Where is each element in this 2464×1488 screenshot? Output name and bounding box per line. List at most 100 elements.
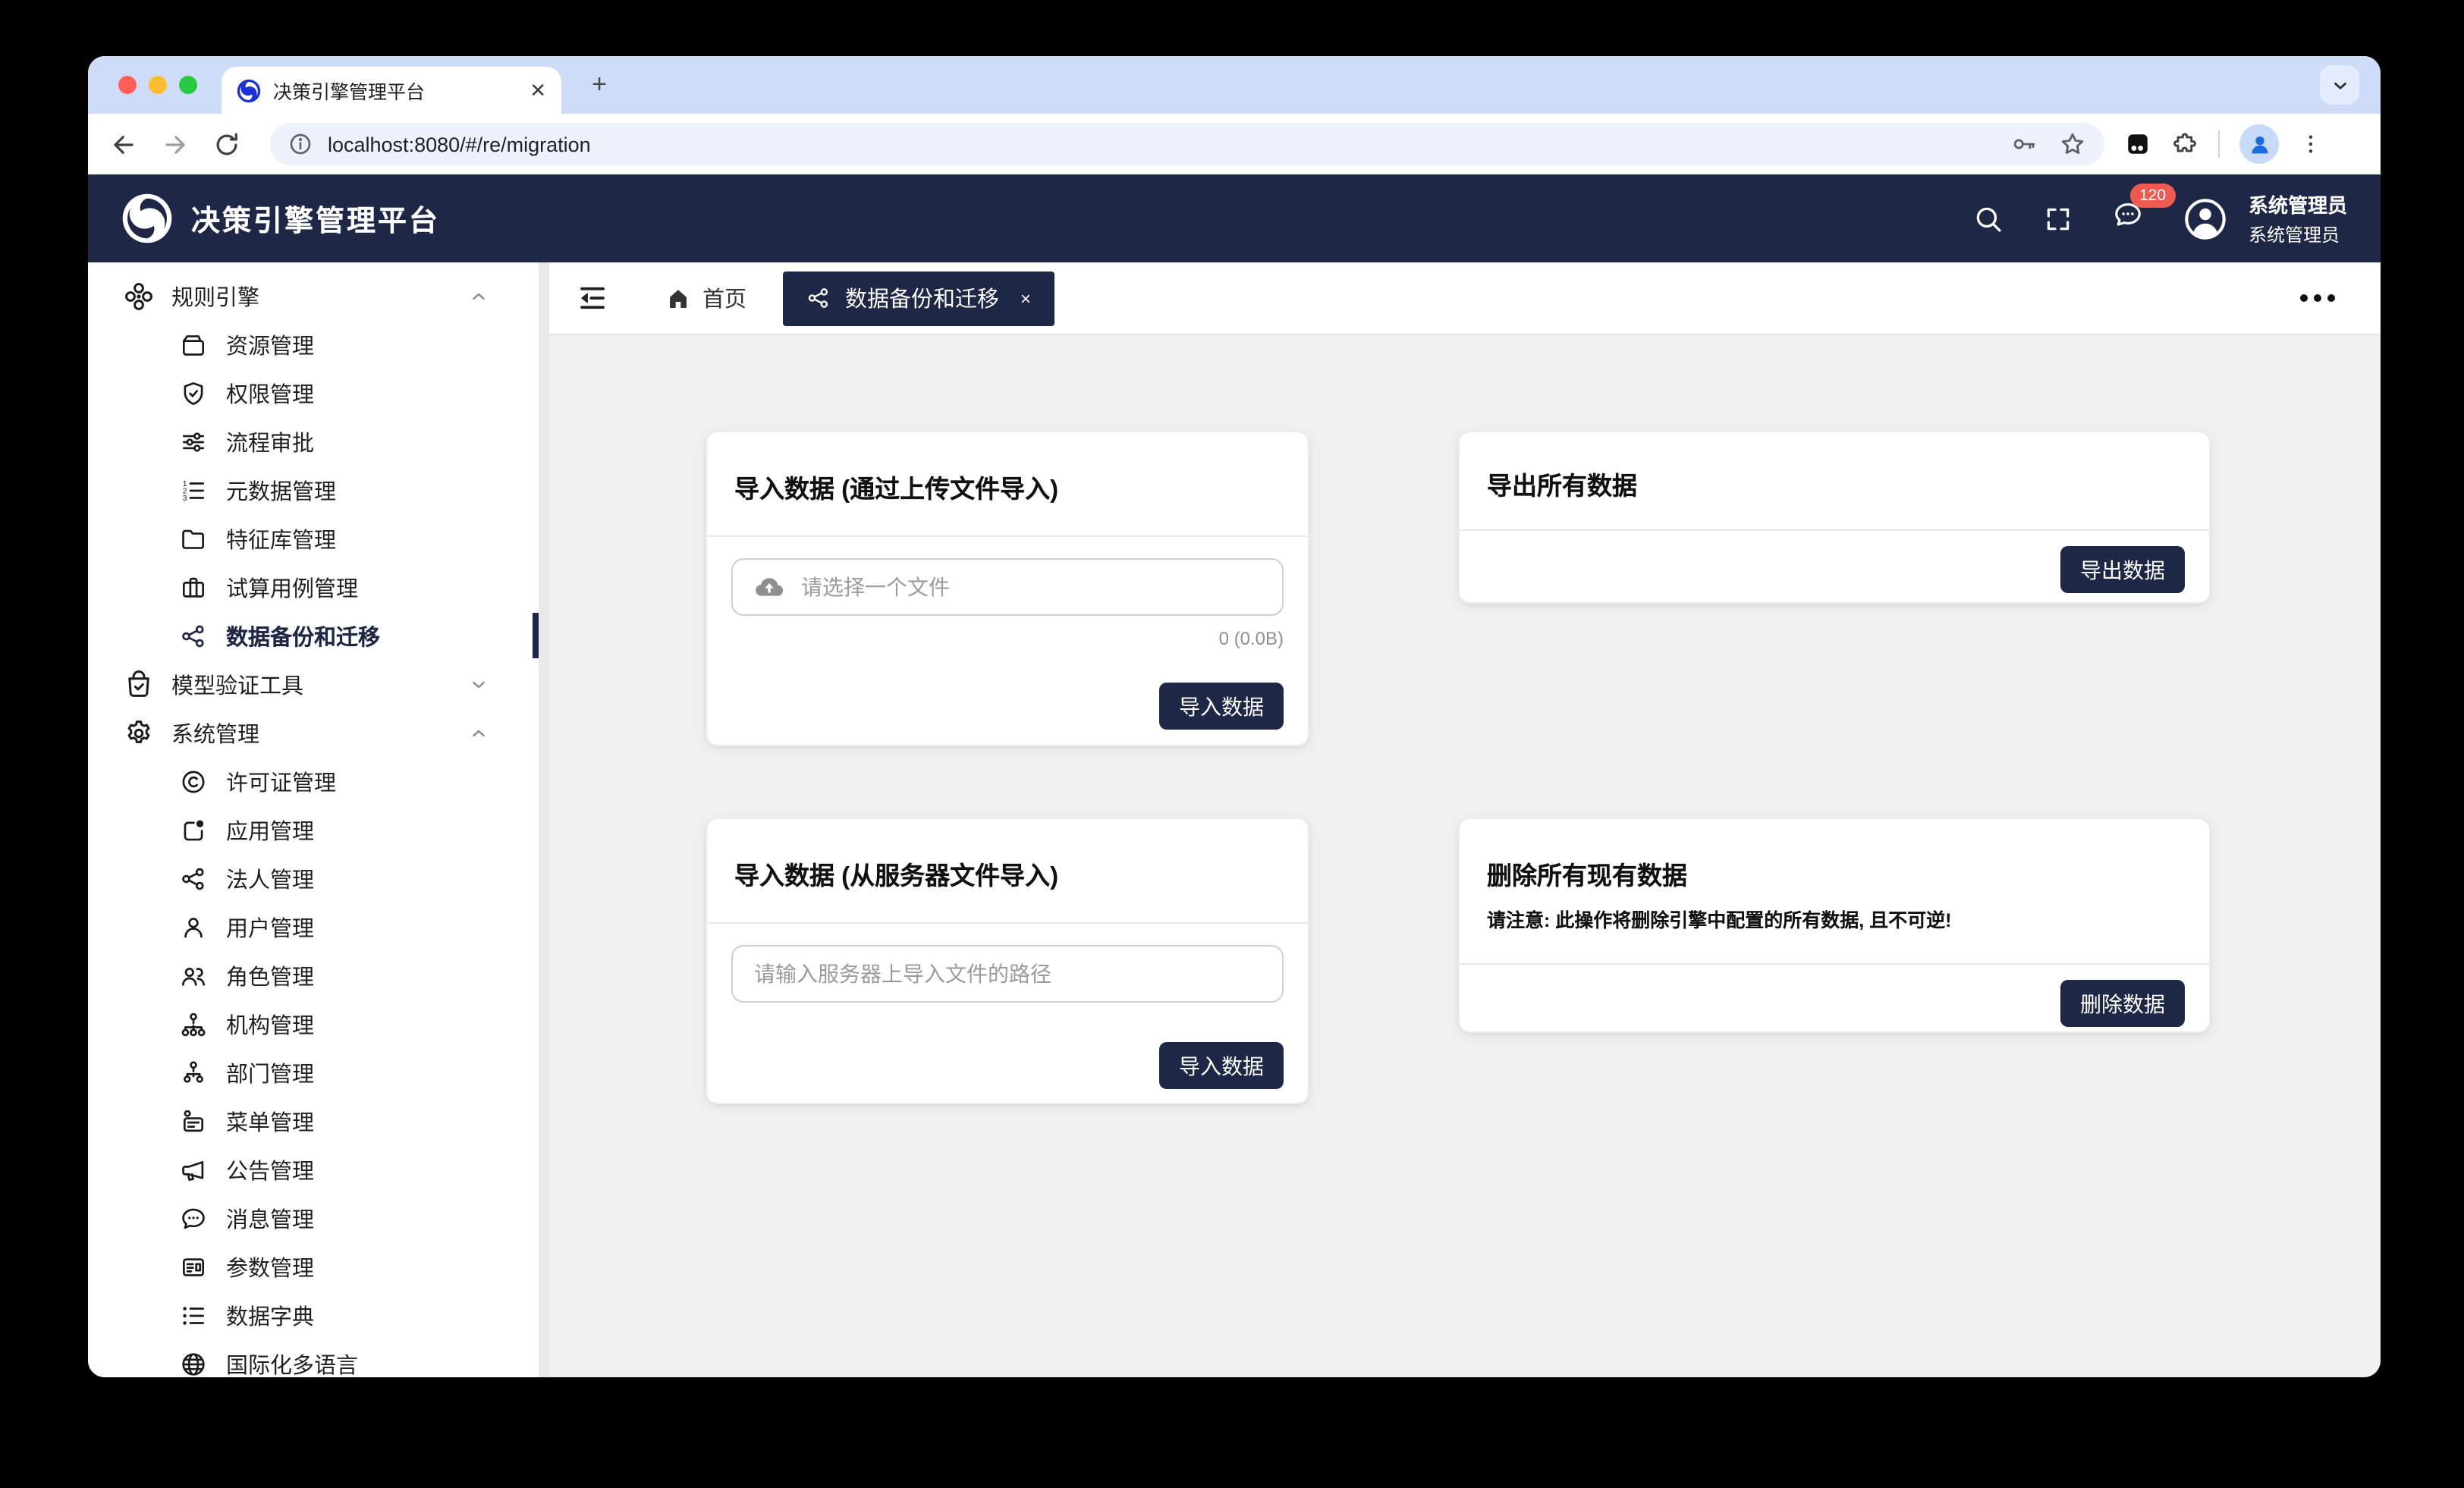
param-icon (179, 1252, 208, 1281)
user-name: 系统管理员 (2249, 190, 2347, 218)
app-logo (121, 193, 173, 244)
bag-check-icon (123, 668, 155, 700)
menu-fold-icon[interactable] (577, 282, 608, 314)
export-data-button[interactable]: 导出数据 (2060, 546, 2185, 593)
url-bar[interactable]: localhost:8080/#/re/migration (270, 123, 2104, 165)
tab-active-label: 数据备份和迁移 (845, 282, 999, 314)
sidebar-item-0-2[interactable]: 流程审批 (88, 417, 549, 466)
folder-icon (179, 524, 208, 553)
sidebar-item-2-0[interactable]: 许可证管理 (88, 757, 549, 805)
server-path-input[interactable] (731, 945, 1284, 1003)
sidebar-group-0[interactable]: 规则引擎 (88, 272, 549, 320)
file-select-input[interactable]: 请选择一个文件 (731, 558, 1284, 616)
browser-menu-kebab-icon[interactable] (2299, 130, 2323, 158)
browser-tab-title: 决策引擎管理平台 (273, 76, 517, 105)
sidebar-item-label: 角色管理 (226, 959, 314, 991)
ordered-list-icon: 123 (179, 476, 208, 504)
sidebar-item-label: 用户管理 (226, 911, 314, 943)
messages-button[interactable]: 120 (2112, 199, 2144, 238)
file-placeholder: 请选择一个文件 (801, 572, 950, 602)
sidebar-item-2-11[interactable]: 数据字典 (88, 1291, 549, 1339)
screen: 决策引擎管理平台 ✕ + (0, 0, 2464, 1488)
sidebar-item-2-2[interactable]: 法人管理 (88, 854, 549, 903)
message-count-badge: 120 (2130, 184, 2175, 207)
cloud-upload-icon (754, 572, 784, 602)
card-title: 导入数据 (通过上传文件导入) (734, 469, 1281, 505)
user-avatar-icon[interactable] (2183, 196, 2227, 240)
sidebar-item-label: 许可证管理 (226, 765, 336, 797)
sidebar-item-0-0[interactable]: 资源管理 (88, 320, 549, 369)
sidebar-item-0-6[interactable]: 数据备份和迁移 (88, 611, 549, 660)
shield-check-icon (179, 378, 208, 407)
browser-window: 决策引擎管理平台 ✕ + (88, 56, 2381, 1377)
browser-tab[interactable]: 决策引擎管理平台 ✕ (222, 67, 561, 114)
sidebar-item-0-3[interactable]: 123元数据管理 (88, 466, 549, 514)
sidebar-item-2-8[interactable]: 公告管理 (88, 1145, 549, 1194)
card-header: 导入数据 (从服务器文件导入) (707, 819, 1308, 924)
bookmark-star-icon[interactable] (2059, 130, 2086, 158)
delete-warning-text: 请注意: 此操作将删除引擎中配置的所有数据, 且不可逆! (1487, 904, 2182, 933)
resource-icon (179, 330, 208, 359)
user-info[interactable]: 系统管理员 系统管理员 (2249, 190, 2347, 247)
tab-search-button[interactable] (2320, 65, 2359, 105)
sidebar-item-0-4[interactable]: 特征库管理 (88, 514, 549, 563)
fullscreen-icon[interactable] (2044, 204, 2073, 233)
tab-home[interactable]: 首页 (651, 271, 762, 325)
site-info-icon[interactable] (288, 132, 313, 156)
sidebar-item-2-4[interactable]: 角色管理 (88, 951, 549, 1000)
minimize-window-button[interactable] (149, 76, 167, 94)
share-icon (179, 621, 208, 650)
main-row: 规则引擎资源管理权限管理流程审批123元数据管理特征库管理试算用例管理数据备份和… (88, 262, 2381, 1377)
sidebar-item-2-1[interactable]: 应用管理 (88, 805, 549, 854)
delete-data-button[interactable]: 删除数据 (2060, 980, 2185, 1027)
search-icon[interactable] (1972, 202, 2004, 234)
back-icon[interactable] (109, 130, 138, 159)
card-import-server: 导入数据 (从服务器文件导入) 导入数据 (706, 818, 1309, 1104)
sidebar-item-2-3[interactable]: 用户管理 (88, 903, 549, 951)
page-tab-bar: 首页 数据备份和迁移 × (549, 262, 2381, 335)
copyright-icon (179, 767, 208, 796)
import-data-button[interactable]: 导入数据 (1159, 1042, 1284, 1089)
tab-home-label: 首页 (702, 282, 746, 314)
sidebar-item-0-5[interactable]: 试算用例管理 (88, 563, 549, 611)
extension-app-icon[interactable] (2124, 130, 2151, 158)
extensions-puzzle-icon[interactable] (2171, 130, 2198, 158)
globe-icon (179, 1349, 208, 1377)
sidebar-item-2-12[interactable]: 国际化多语言 (88, 1339, 549, 1377)
favicon (237, 78, 261, 102)
sidebar-item-2-9[interactable]: 消息管理 (88, 1194, 549, 1242)
sidebar-item-2-5[interactable]: 机构管理 (88, 1000, 549, 1048)
url-text[interactable]: localhost:8080/#/re/migration (328, 133, 2010, 155)
forward-icon[interactable] (161, 130, 190, 159)
sidebar-item-0-1[interactable]: 权限管理 (88, 369, 549, 417)
reload-icon[interactable] (212, 130, 241, 159)
card-header: 删除所有现有数据 请注意: 此操作将删除引擎中配置的所有数据, 且不可逆! (1460, 819, 2209, 965)
sidebar-item-2-7[interactable]: 菜单管理 (88, 1097, 549, 1145)
browser-profile-avatar[interactable] (2239, 124, 2279, 164)
tab-active-migration[interactable]: 数据备份和迁移 × (783, 271, 1054, 325)
tab-options-ellipsis-icon[interactable] (2300, 294, 2335, 302)
card-body: 请选择一个文件 0 (0.0B) 导入数据 (707, 537, 1308, 746)
sidebar-item-label: 公告管理 (226, 1154, 314, 1185)
close-window-button[interactable] (118, 76, 137, 94)
file-size-hint: 0 (0.0B) (731, 628, 1284, 649)
sidebar-item-label: 国际化多语言 (226, 1348, 358, 1377)
password-key-icon[interactable] (2010, 130, 2038, 158)
sidebar-group-1[interactable]: 模型验证工具 (88, 660, 549, 708)
svg-text:3: 3 (183, 494, 187, 502)
browser-toolbar: localhost:8080/#/re/migration (88, 114, 2381, 174)
sidebar-group-2[interactable]: 系统管理 (88, 708, 549, 757)
page-content: 导入数据 (通过上传文件导入) 请选择一个文件 0 (0.0B) (549, 335, 2381, 1377)
tab-close-icon[interactable]: ✕ (530, 80, 546, 100)
zoom-window-button[interactable] (179, 76, 197, 94)
new-tab-button[interactable]: + (583, 68, 616, 102)
sidebar-group-label: 系统管理 (171, 717, 259, 749)
sidebar-item-2-10[interactable]: 参数管理 (88, 1242, 549, 1291)
sliders-icon (179, 427, 208, 456)
rule-engine-icon (123, 280, 155, 312)
import-data-button[interactable]: 导入数据 (1159, 683, 1284, 730)
sidebar-item-2-6[interactable]: 部门管理 (88, 1048, 549, 1097)
tab-close-icon[interactable]: × (1020, 287, 1031, 309)
card-body: 删除数据 (1460, 965, 2209, 1033)
share-icon (179, 864, 208, 893)
